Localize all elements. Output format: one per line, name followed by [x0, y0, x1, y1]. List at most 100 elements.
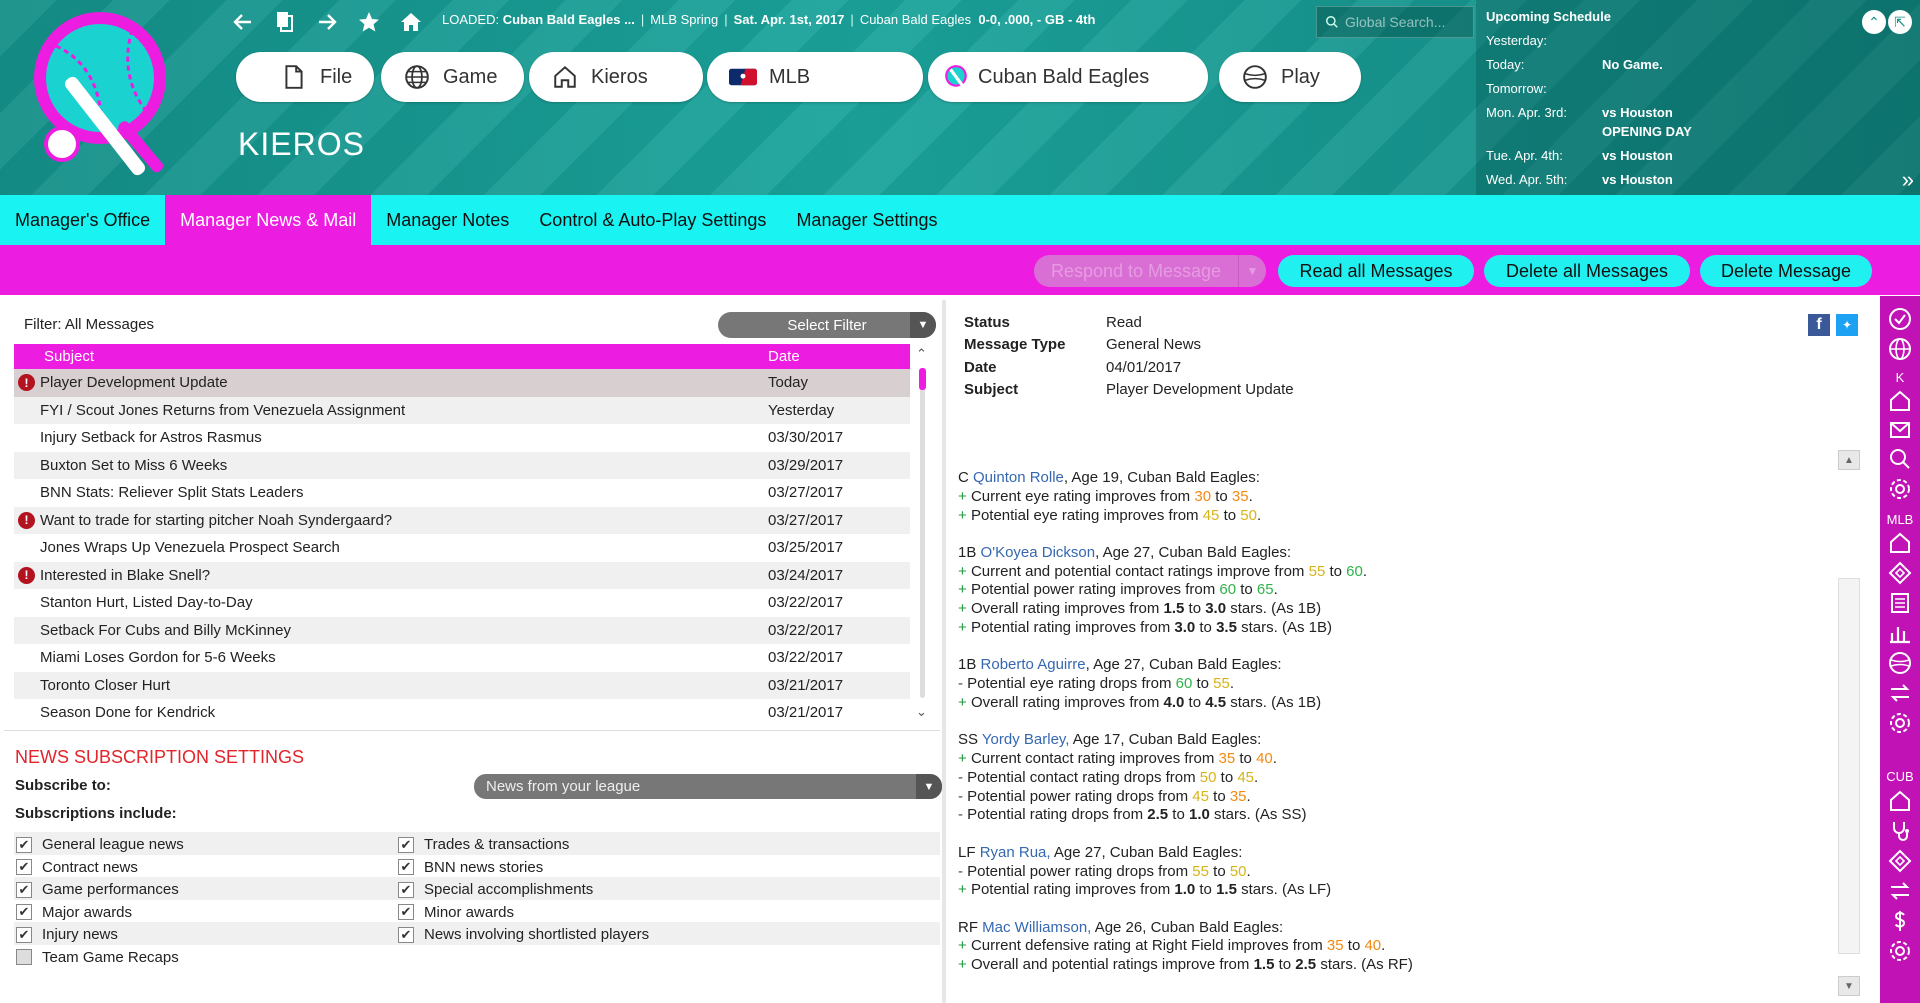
chevron-up-icon[interactable]: ⌃	[916, 346, 927, 362]
checkbox-checked[interactable]: ✔	[398, 904, 414, 920]
delete-all-messages-button[interactable]: Delete all Messages	[1484, 255, 1690, 287]
table-row[interactable]: Jones Wraps Up Venezuela Prospect Search…	[14, 534, 910, 562]
star-icon[interactable]	[354, 7, 384, 37]
subscription-option[interactable]: ✔ Special accomplishments	[398, 881, 593, 898]
schedule-row[interactable]: Wed. Apr. 5th: vs Houston	[1486, 172, 1906, 190]
mail-icon[interactable]	[1887, 417, 1913, 443]
diamond-icon[interactable]	[1887, 848, 1913, 874]
home-icon[interactable]	[1887, 788, 1913, 814]
checkbox-checked[interactable]: ✔	[398, 881, 414, 898]
globe-icon[interactable]	[1887, 336, 1913, 362]
pane-divider[interactable]	[942, 300, 946, 1003]
stethoscope-icon[interactable]	[1887, 818, 1913, 844]
table-row[interactable]: Toronto Closer Hurt 03/21/2017	[14, 671, 910, 699]
checkbox-checked[interactable]: ✔	[16, 904, 32, 920]
tab-manager-notes[interactable]: Manager Notes	[371, 195, 524, 245]
respond-to-message-button[interactable]: Respond to Message ▼	[1034, 255, 1266, 287]
player-name-link[interactable]: Yordy Barley,	[982, 731, 1070, 748]
gear-icon[interactable]	[1887, 476, 1913, 502]
chevron-down-icon[interactable]: ▼	[1838, 976, 1860, 996]
checkbox-checked[interactable]: ✔	[16, 836, 32, 853]
copy-icon[interactable]	[270, 7, 300, 37]
select-filter-dropdown[interactable]: Select Filter ▼	[718, 312, 936, 338]
subscription-option[interactable]: ✔ News involving shortlisted players	[398, 926, 649, 943]
schedule-row[interactable]: Tue. Apr. 4th: vs Houston	[1486, 148, 1906, 166]
schedule-row[interactable]: Mon. Apr. 3rd: vs Houston	[1486, 105, 1906, 123]
scroll-track[interactable]	[1838, 578, 1860, 954]
message-body-scrollbar[interactable]: ▲ ▼	[1838, 450, 1860, 1000]
game-menu-button[interactable]: Game	[381, 52, 524, 102]
checkbox-checked[interactable]: ✔	[16, 881, 32, 898]
baseball-icon[interactable]	[1887, 650, 1913, 676]
player-name-link[interactable]: Ryan Rua,	[980, 844, 1051, 861]
transfer-arrows-icon[interactable]	[1887, 680, 1913, 706]
subscription-option[interactable]: ✔ General league news	[16, 836, 184, 853]
date-column-header[interactable]: Date	[768, 348, 800, 365]
table-row[interactable]: Buxton Set to Miss 6 Weeks 03/29/2017	[14, 451, 910, 479]
tab-manager-settings[interactable]: Manager Settings	[781, 195, 952, 245]
global-search-input[interactable]	[1345, 14, 1465, 30]
transfer-arrows-icon[interactable]	[1887, 878, 1913, 904]
diamond-icon[interactable]	[1887, 560, 1913, 586]
table-row[interactable]: Setback For Cubs and Billy McKinney 03/22…	[14, 616, 910, 644]
file-menu-button[interactable]: File	[236, 52, 374, 102]
subscription-option[interactable]: ✔ Trades & transactions	[398, 836, 569, 853]
player-name-link[interactable]: Roberto Aguirre	[981, 656, 1086, 673]
checkbox-checked[interactable]: ✔	[16, 859, 32, 875]
player-name-link[interactable]: O'Koyea Dickson	[981, 544, 1096, 561]
scroll-thumb[interactable]	[919, 368, 926, 390]
subscription-option[interactable]: ✔ Injury news	[16, 926, 118, 943]
chevron-up-icon[interactable]: ▲	[1838, 450, 1860, 470]
subscription-option[interactable]: ✔ Major awards	[16, 904, 132, 921]
chevron-down-icon[interactable]: ⌄	[916, 704, 927, 720]
gear-icon[interactable]	[1887, 938, 1913, 964]
tab-manager-news-mail[interactable]: Manager News & Mail	[165, 195, 372, 245]
table-row[interactable]: ! Want to trade for starting pitcher Noah…	[14, 506, 910, 534]
back-arrow-icon[interactable]	[228, 7, 258, 37]
team-menu-button[interactable]: Cuban Bald Eagles	[928, 52, 1208, 102]
subject-column-header[interactable]: Subject	[44, 348, 94, 365]
double-chevron-right-icon[interactable]: »	[1902, 167, 1914, 193]
subscription-option[interactable]: Team Game Recaps	[16, 949, 179, 966]
home-icon[interactable]	[1887, 530, 1913, 556]
table-row[interactable]: Miami Loses Gordon for 5-6 Weeks 03/22/20…	[14, 644, 910, 672]
home-icon[interactable]	[396, 7, 426, 37]
team-logo[interactable]	[22, 6, 212, 195]
checkbox-checked[interactable]: ✔	[398, 926, 414, 943]
table-row[interactable]: Season Done for Kendrick 03/21/2017	[14, 699, 910, 727]
bar-chart-icon[interactable]	[1887, 620, 1913, 646]
checkbox-checked[interactable]: ✔	[16, 926, 32, 943]
twitter-icon[interactable]: ✦	[1836, 314, 1858, 336]
kieros-menu-button[interactable]: Kieros	[529, 52, 703, 102]
table-row[interactable]: BNN Stats: Reliever Split Stats Leaders 0…	[14, 479, 910, 507]
forward-arrow-icon[interactable]	[312, 7, 342, 37]
delete-message-button[interactable]: Delete Message	[1700, 255, 1872, 287]
subscription-option[interactable]: ✔ Game performances	[16, 881, 179, 898]
table-row[interactable]: Injury Setback for Astros Rasmus 03/30/20…	[14, 424, 910, 452]
checkbox-checked[interactable]: ✔	[398, 859, 414, 875]
chevron-up-icon[interactable]: ⌃	[1862, 10, 1886, 34]
gear-icon[interactable]	[1887, 710, 1913, 736]
expand-icon[interactable]: ⇱	[1888, 10, 1912, 34]
home-icon[interactable]	[1887, 388, 1913, 414]
list-icon[interactable]	[1887, 590, 1913, 616]
subscription-option[interactable]: ✔ BNN news stories	[398, 859, 543, 876]
player-name-link[interactable]: Quinton Rolle	[973, 469, 1064, 486]
table-row[interactable]: Stanton Hurt, Listed Day-to-Day 03/22/201…	[14, 589, 910, 617]
tab-control-auto-play[interactable]: Control & Auto-Play Settings	[524, 195, 781, 245]
tab-managers-office[interactable]: Manager's Office	[0, 195, 165, 245]
subscription-option[interactable]: ✔ Minor awards	[398, 904, 514, 921]
subscription-option[interactable]: ✔ Contract news	[16, 859, 138, 876]
checkbox-checked[interactable]: ✔	[398, 836, 414, 853]
mlb-menu-button[interactable]: MLB	[707, 52, 923, 102]
search-icon[interactable]	[1887, 446, 1913, 472]
play-button[interactable]: Play	[1219, 52, 1361, 102]
table-row[interactable]: ! Interested in Blake Snell? 03/24/2017	[14, 561, 910, 589]
check-circle-icon[interactable]	[1887, 306, 1913, 332]
table-row[interactable]: FYI / Scout Jones Returns from Venezuela…	[14, 396, 910, 424]
table-row[interactable]: ! Player Development Update Today	[14, 369, 910, 397]
chevron-down-icon[interactable]: ▼	[1238, 255, 1266, 287]
subscribe-to-dropdown[interactable]: News from your league ▼	[474, 774, 942, 799]
facebook-icon[interactable]: f	[1808, 314, 1830, 336]
player-name-link[interactable]: Mac Williamson,	[982, 919, 1091, 936]
